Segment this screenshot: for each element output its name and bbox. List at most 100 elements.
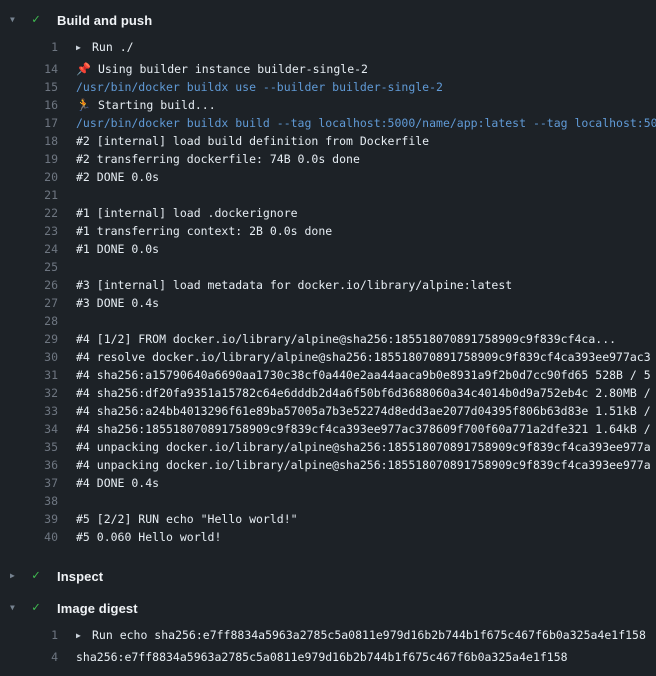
section-header-build-and-push[interactable]: ▼✓Build and push xyxy=(0,8,656,32)
log-line: 18 #2 [internal] load build definition fr… xyxy=(0,132,656,150)
chevron-right-icon[interactable]: ▶ xyxy=(10,564,32,588)
log-line: 1▶Run echo sha256:e7ff8834a5963a2785c5a0… xyxy=(0,626,656,644)
line-text: /usr/bin/docker buildx use --builder bui… xyxy=(76,78,443,96)
log-line: 16 🏃 Starting build... xyxy=(0,96,656,114)
line-text: #1 DONE 0.0s xyxy=(76,240,159,258)
line-number[interactable]: 34 xyxy=(0,420,58,438)
line-number[interactable]: 21 xyxy=(0,186,58,204)
line-text: #4 resolve docker.io/library/alpine@sha2… xyxy=(76,348,651,366)
log-line: 25 xyxy=(0,258,656,276)
log-line: 35 #4 unpacking docker.io/library/alpine@… xyxy=(0,438,656,456)
line-number[interactable]: 14 xyxy=(0,60,58,78)
line-text-content: #1 DONE 0.0s xyxy=(76,242,159,256)
line-number[interactable]: 18 xyxy=(0,132,58,150)
line-text-content: #2 [internal] load build definition from… xyxy=(76,134,429,148)
log-line: 26 #3 [internal] load metadata for docker… xyxy=(0,276,656,294)
line-number[interactable]: 25 xyxy=(0,258,58,276)
line-text: #4 sha256:185518070891758909c9f839cf4ca3… xyxy=(76,420,651,438)
line-number[interactable]: 39 xyxy=(0,510,58,528)
section-header-inspect[interactable]: ▶✓Inspect xyxy=(0,564,656,588)
line-text-content: #4 [1/2] FROM docker.io/library/alpine@s… xyxy=(76,332,616,346)
line-number[interactable]: 40 xyxy=(0,528,58,546)
expand-group-icon[interactable]: ▶ xyxy=(76,627,92,644)
line-number[interactable]: 27 xyxy=(0,294,58,312)
line-text: 🏃 Starting build... xyxy=(76,96,216,114)
line-number[interactable]: 24 xyxy=(0,240,58,258)
line-number[interactable]: 1 xyxy=(0,38,58,56)
line-text-content: #3 DONE 0.4s xyxy=(76,296,159,310)
line-text: /usr/bin/docker buildx build --tag local… xyxy=(76,114,656,132)
section-header-image-digest[interactable]: ▼✓Image digest xyxy=(0,596,656,620)
line-text: #4 unpacking docker.io/library/alpine@sh… xyxy=(76,456,651,474)
line-text: ▶Run ./ xyxy=(76,38,134,56)
line-text: #3 DONE 0.4s xyxy=(76,294,159,312)
line-text-content: #4 sha256:df20fa9351a15782c64e6dddb2d4a6… xyxy=(76,386,651,400)
line-text: #4 sha256:a24bb4013296f61e89ba57005a7b3e… xyxy=(76,402,651,420)
line-text: 📌Using builder instance builder-single-2 xyxy=(76,60,368,78)
log-line: 29 #4 [1/2] FROM docker.io/library/alpine… xyxy=(0,330,656,348)
line-number[interactable]: 35 xyxy=(0,438,58,456)
line-number[interactable]: 37 xyxy=(0,474,58,492)
line-number[interactable]: 26 xyxy=(0,276,58,294)
line-number[interactable]: 15 xyxy=(0,78,58,96)
line-number[interactable]: 16 xyxy=(0,96,58,114)
line-number[interactable]: 38 xyxy=(0,492,58,510)
line-text-content: #4 resolve docker.io/library/alpine@sha2… xyxy=(76,350,651,364)
line-text: #5 0.060 Hello world! xyxy=(76,528,221,546)
line-number[interactable]: 29 xyxy=(0,330,58,348)
expand-group-icon[interactable]: ▶ xyxy=(76,39,92,56)
runner-icon: 🏃 xyxy=(76,96,91,114)
line-text-content: #4 unpacking docker.io/library/alpine@sh… xyxy=(76,458,651,472)
log-line: 34 #4 sha256:185518070891758909c9f839cf4c… xyxy=(0,420,656,438)
log-section-image-digest: ▼✓Image digest1▶Run echo sha256:e7ff8834… xyxy=(0,596,656,676)
section-body-image-digest: 1▶Run echo sha256:e7ff8834a5963a2785c5a0… xyxy=(0,620,656,676)
line-text-content: #4 sha256:a24bb4013296f61e89ba57005a7b3e… xyxy=(76,404,651,418)
line-number[interactable]: 4 xyxy=(0,648,58,666)
line-number[interactable]: 1 xyxy=(0,626,58,644)
line-number[interactable]: 32 xyxy=(0,384,58,402)
line-text-content: #1 [internal] load .dockerignore xyxy=(76,206,298,220)
pushpin-icon: 📌 xyxy=(76,60,91,78)
line-text: #4 sha256:df20fa9351a15782c64e6dddb2d4a6… xyxy=(76,384,651,402)
line-text-content: #4 sha256:185518070891758909c9f839cf4ca3… xyxy=(76,422,651,436)
log-section-build-and-push: ▼✓Build and push 1 ▶Run ./ 14 📌Using builder… xyxy=(0,8,656,556)
log-line: 40 #5 0.060 Hello world! xyxy=(0,528,656,546)
line-number[interactable]: 17 xyxy=(0,114,58,132)
line-text: #2 DONE 0.0s xyxy=(76,168,159,186)
line-number[interactable]: 28 xyxy=(0,312,58,330)
line-number[interactable]: 31 xyxy=(0,366,58,384)
line-number[interactable]: 36 xyxy=(0,456,58,474)
section-body-build-and-push: 1 ▶Run ./ 14 📌Using builder instance builde… xyxy=(0,32,656,556)
line-text: #1 [internal] load .dockerignore xyxy=(76,204,298,222)
line-text-content: #3 [internal] load metadata for docker.i… xyxy=(76,278,512,292)
line-number[interactable]: 20 xyxy=(0,168,58,186)
line-number[interactable]: 33 xyxy=(0,402,58,420)
line-text: #2 [internal] load build definition from… xyxy=(76,132,429,150)
line-number[interactable]: 19 xyxy=(0,150,58,168)
chevron-down-icon[interactable]: ▼ xyxy=(10,8,32,32)
line-text-content: /usr/bin/docker buildx build --tag local… xyxy=(76,116,656,130)
log-line: 20 #2 DONE 0.0s xyxy=(0,168,656,186)
line-number[interactable]: 22 xyxy=(0,204,58,222)
line-text: #5 [2/2] RUN echo "Hello world!" xyxy=(76,510,298,528)
success-check-icon: ✓ xyxy=(32,8,57,32)
line-text-content: Starting build... xyxy=(98,98,216,112)
log-line: 38 xyxy=(0,492,656,510)
log-line: 28 xyxy=(0,312,656,330)
log-line: 39 #5 [2/2] RUN echo "Hello world!" xyxy=(0,510,656,528)
line-text-content: sha256:e7ff8834a5963a2785c5a0811e979d16b… xyxy=(76,650,568,664)
line-text: #2 transferring dockerfile: 74B 0.0s don… xyxy=(76,150,360,168)
log-line: 14 📌Using builder instance builder-single… xyxy=(0,60,656,78)
line-text: #3 [internal] load metadata for docker.i… xyxy=(76,276,512,294)
log-line: 22 #1 [internal] load .dockerignore xyxy=(0,204,656,222)
log-line: 4 sha256:e7ff8834a5963a2785c5a0811e979d16… xyxy=(0,648,656,666)
chevron-down-icon[interactable]: ▼ xyxy=(10,596,32,620)
success-check-icon: ✓ xyxy=(32,564,57,588)
line-text: #4 unpacking docker.io/library/alpine@sh… xyxy=(76,438,651,456)
log-line: 1 ▶Run ./ xyxy=(0,38,656,56)
line-number[interactable]: 23 xyxy=(0,222,58,240)
log-line: 21 xyxy=(0,186,656,204)
line-number[interactable]: 30 xyxy=(0,348,58,366)
log-line: 27 #3 DONE 0.4s xyxy=(0,294,656,312)
section-title: Build and push xyxy=(57,13,152,28)
